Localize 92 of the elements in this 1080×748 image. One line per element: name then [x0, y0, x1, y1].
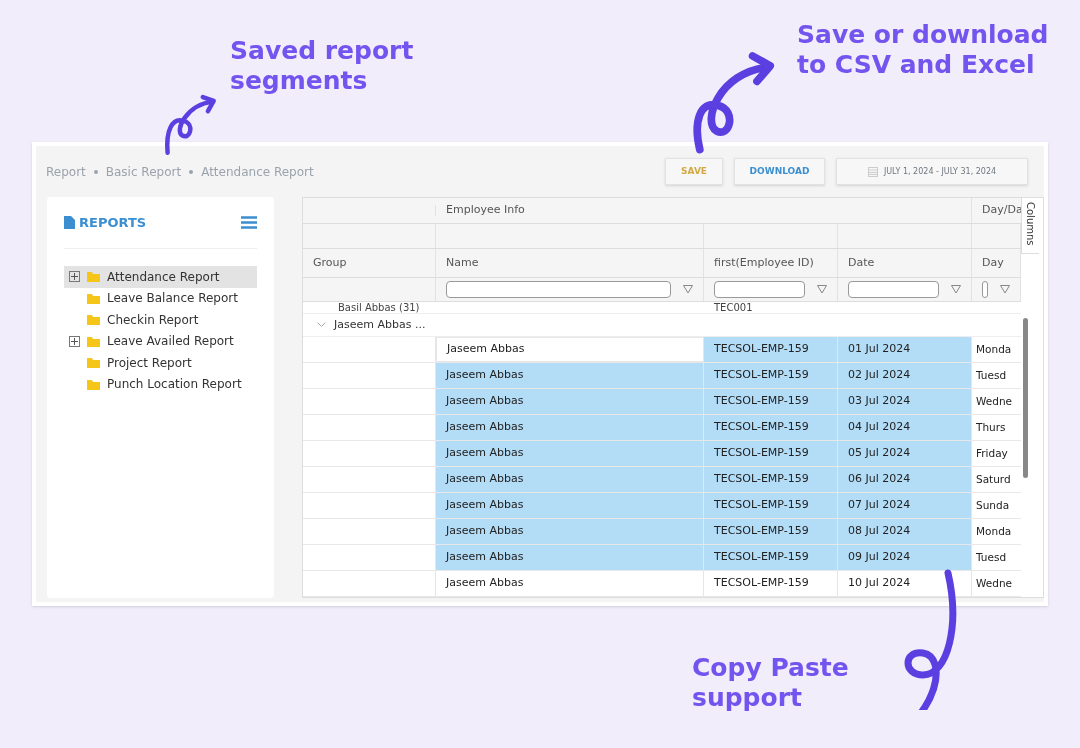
table-cell[interactable]: Jaseem Abbas	[436, 571, 704, 596]
table-cell[interactable]: 03 Jul 2024	[838, 389, 972, 414]
tree-item-label: Checkin Report	[107, 311, 199, 329]
table-cell[interactable]: 06 Jul 2024	[838, 467, 972, 492]
column-header[interactable]: Name	[446, 255, 479, 272]
annotation-text: Copy Paste support	[692, 653, 850, 713]
table-cell[interactable]: 05 Jul 2024	[838, 441, 972, 466]
table-cell[interactable]: Friday	[972, 441, 1021, 466]
chevron-icon[interactable]	[317, 322, 326, 329]
bullet-icon	[93, 169, 98, 174]
filter-icon	[817, 285, 827, 295]
tree-item[interactable]: Leave Balance Report	[64, 287, 257, 309]
column-header[interactable]: Group	[313, 255, 347, 272]
folder-icon	[87, 271, 100, 283]
tree-item[interactable]: Checkin Report	[64, 309, 257, 331]
table-cell[interactable]: 08 Jul 2024	[838, 519, 972, 544]
folder-icon	[87, 314, 100, 326]
tree-item[interactable]: Punch Location Report	[64, 373, 257, 395]
table-cell[interactable]: TECSOL-EMP-159	[704, 415, 838, 440]
table-cell[interactable]: TECSOL-EMP-159	[704, 493, 838, 518]
table-cell[interactable]: 09 Jul 2024	[838, 545, 972, 570]
table-cell[interactable]: TECSOL-EMP-159	[704, 519, 838, 544]
table-cell[interactable]: Tuesd	[972, 545, 1021, 570]
annotation-text: Save or download to CSV and Excel	[797, 20, 1050, 80]
table-cell[interactable]: TECSOL-EMP-159	[704, 467, 838, 492]
document-icon	[64, 216, 75, 229]
table-cell[interactable]: Thurs	[972, 415, 1021, 440]
folder-icon	[87, 292, 100, 304]
table-cell[interactable]: Sunda	[972, 493, 1021, 518]
table-cell[interactable]: TECSOL-EMP-159	[704, 337, 838, 362]
date-range-button[interactable]: JULY 1, 2024 - JULY 31, 2024	[836, 158, 1028, 185]
column-header[interactable]: first(Employee ID)	[714, 255, 814, 272]
table-cell[interactable]: Saturd	[972, 467, 1021, 492]
table-cell[interactable]: 02 Jul 2024	[838, 363, 972, 388]
table-cell[interactable]: Wedne	[972, 571, 1021, 596]
filter-field[interactable]	[982, 281, 988, 299]
table-cell[interactable]: TECSOL-EMP-159	[704, 545, 838, 570]
filter-icon	[683, 285, 693, 295]
tree-item-label: Punch Location Report	[107, 376, 242, 394]
tree-item[interactable]: Leave Availed Report	[64, 330, 257, 352]
curved-arrow-drawing	[165, 94, 216, 156]
scrollbar-thumb[interactable]	[1023, 318, 1028, 478]
table-cell[interactable]: Monda	[972, 337, 1021, 362]
table-cell[interactable]: TECSOL-EMP-159	[704, 389, 838, 414]
table-cell[interactable]: Wedne	[972, 389, 1021, 414]
table-cell[interactable]: Jaseem Abbas	[436, 441, 704, 466]
sidebar-title: REPORTS	[79, 213, 147, 232]
column-group-header: Day/Da	[982, 202, 1021, 219]
filter-field[interactable]	[714, 281, 805, 299]
table-cell[interactable]: Tuesd	[972, 363, 1021, 388]
tree-item-label: Project Report	[107, 354, 192, 372]
group-row-label: Jaseem Abbas ...	[334, 316, 426, 333]
table-cell[interactable]: 01 Jul 2024	[838, 337, 972, 362]
filter-icon	[951, 285, 961, 295]
tree-item-label: Leave Availed Report	[107, 333, 234, 351]
folder-icon	[87, 378, 100, 390]
table-cell[interactable]: Jaseem Abbas	[436, 467, 704, 492]
column-group-header: Employee Info	[446, 202, 525, 219]
folder-icon	[87, 335, 100, 347]
table-cell[interactable]: Jaseem Abbas	[436, 389, 704, 414]
menu-icon[interactable]	[241, 216, 257, 229]
folder-icon	[87, 357, 100, 369]
table-cell[interactable]: Jaseem Abbas	[436, 545, 704, 570]
table-cell[interactable]: TECSOL-EMP-159	[704, 441, 838, 466]
table-cell[interactable]: Jaseem Abbas	[436, 519, 704, 544]
table-cell[interactable]: Jaseem Abbas	[436, 493, 704, 518]
table-cell[interactable]: Jaseem Abbas	[436, 363, 704, 388]
annotation-text: Saved report segments	[230, 36, 415, 96]
column-header[interactable]: Date	[848, 255, 875, 272]
table-cell[interactable]: 10 Jul 2024	[838, 571, 972, 596]
group-row-label: Basil Abbas (31)	[337, 302, 421, 313]
table-cell[interactable]: Jaseem Abbas	[436, 337, 704, 362]
table-cell[interactable]: TECSOL-EMP-159	[704, 571, 838, 596]
tree-item-label: Attendance Report	[107, 268, 220, 286]
table-cell[interactable]: 07 Jul 2024	[838, 493, 972, 518]
table-cell[interactable]: 04 Jul 2024	[838, 415, 972, 440]
bullet-icon	[189, 169, 194, 174]
expand-icon[interactable]	[69, 271, 80, 283]
filter-icon	[1000, 285, 1010, 295]
table-cell[interactable]: Monda	[972, 519, 1021, 544]
columns-side-tab[interactable]: Columns	[1021, 198, 1039, 254]
calendar-icon	[867, 166, 878, 177]
tree-item[interactable]: Project Report	[64, 352, 257, 374]
expand-icon[interactable]	[69, 335, 80, 347]
table-cell-text: TEC001	[713, 302, 753, 313]
table-cell[interactable]: Jaseem Abbas	[436, 415, 704, 440]
table-cell[interactable]: TECSOL-EMP-159	[704, 363, 838, 388]
filter-field[interactable]	[848, 281, 939, 299]
filter-field[interactable]	[446, 281, 671, 299]
column-header[interactable]: Day	[982, 255, 1004, 272]
tree-item-label: Leave Balance Report	[107, 290, 238, 308]
tree-item[interactable]: Attendance Report	[64, 266, 257, 288]
